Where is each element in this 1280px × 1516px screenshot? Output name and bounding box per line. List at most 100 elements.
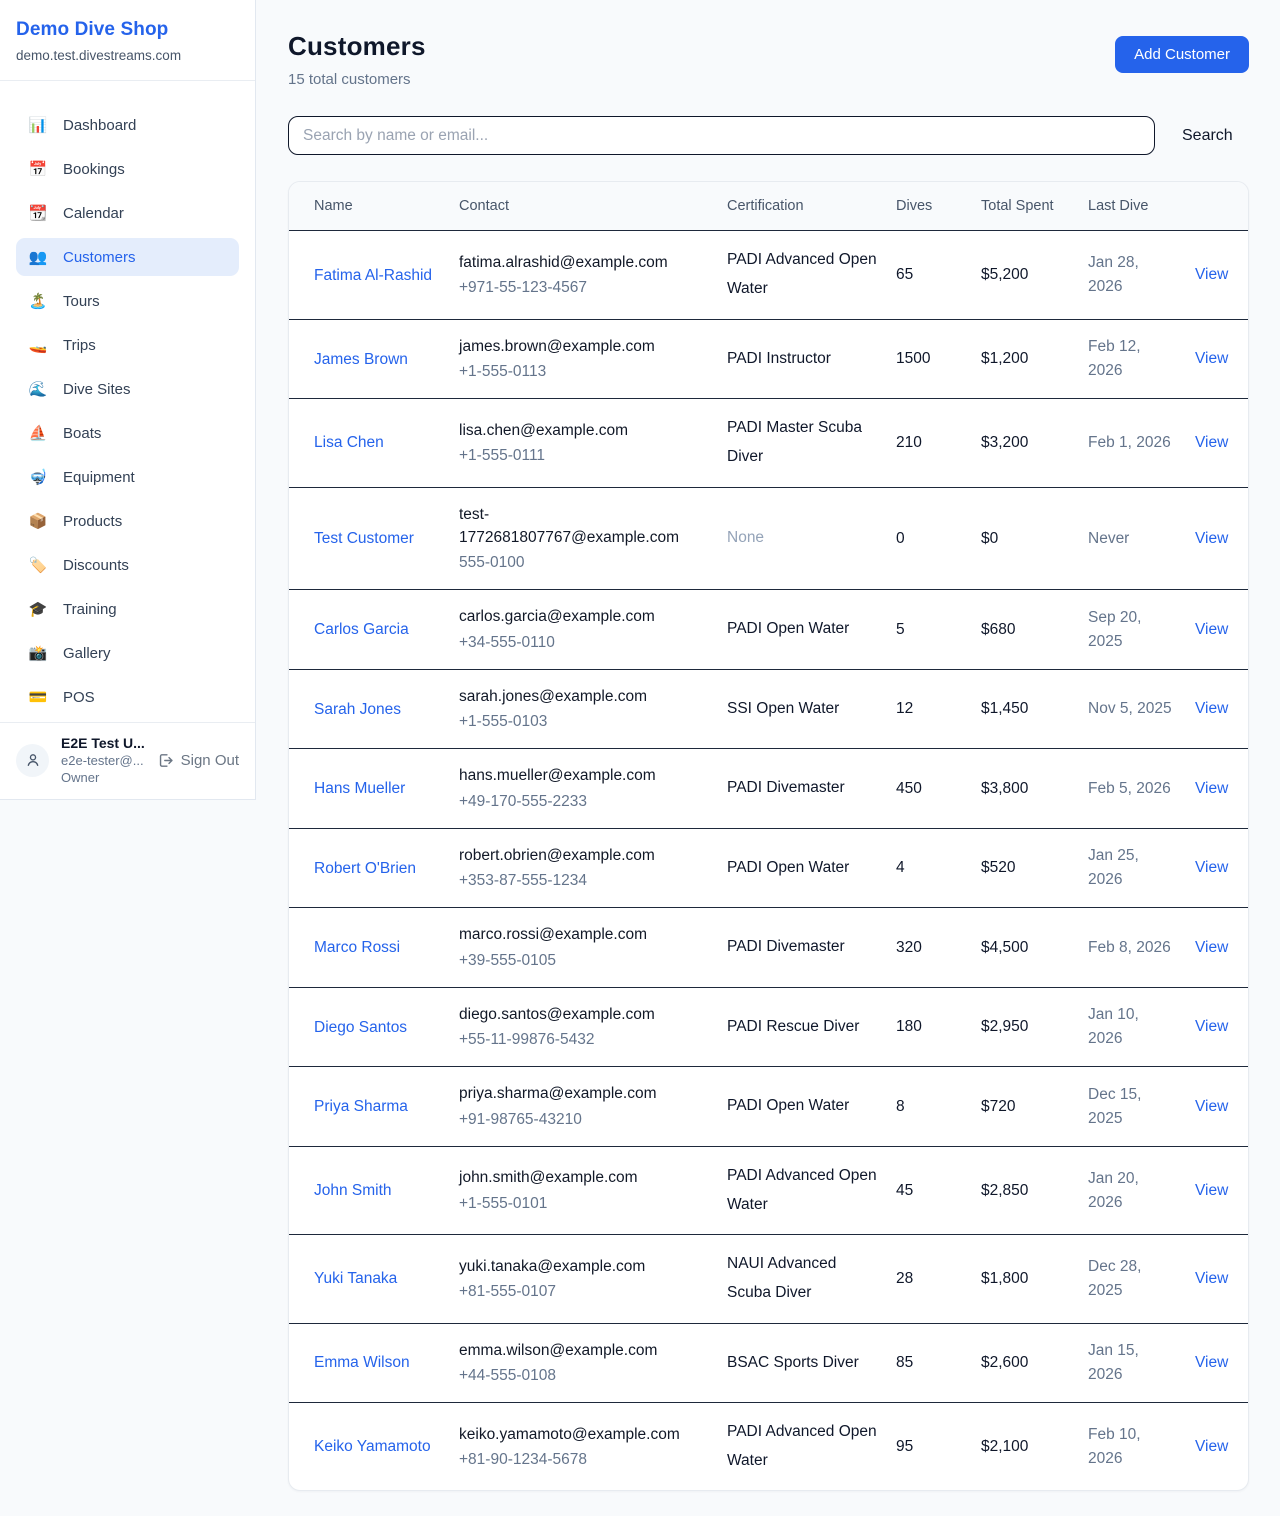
sidebar-item-discounts[interactable]: 🏷️ Discounts [16,546,239,584]
view-customer-link[interactable]: View [1195,1270,1228,1287]
view-customer-link[interactable]: View [1195,530,1228,547]
sidebar-item-dashboard[interactable]: 📊 Dashboard [16,106,239,144]
customer-name-link[interactable]: Priya Sharma [314,1098,408,1115]
customer-actions-cell: View [1195,487,1248,590]
customer-contact-cell: emma.wilson@example.com +44-555-0108 [459,1323,727,1403]
view-customer-link[interactable]: View [1195,1182,1228,1199]
customer-certification-cell: PADI Divemaster [727,908,896,988]
view-customer-link[interactable]: View [1195,1098,1228,1115]
search-button[interactable]: Search [1182,127,1233,145]
sign-out-button[interactable]: Sign Out [157,752,239,769]
customer-name-link[interactable]: Carlos Garcia [314,621,409,638]
customers-icon: 👥 [28,250,48,265]
customer-certification-cell: NAUI Advanced Scuba Diver [727,1235,896,1323]
customer-row: James Brown james.brown@example.com +1-5… [289,319,1248,399]
customer-email: yuki.tanaka@example.com [459,1255,709,1278]
sidebar-item-gallery[interactable]: 📸 Gallery [16,634,239,672]
customer-certification-cell: PADI Master Scuba Diver [727,399,896,487]
customer-email: diego.santos@example.com [459,1003,709,1026]
customer-last-dive-cell: Feb 5, 2026 [1088,749,1195,829]
sidebar-item-tours[interactable]: 🏝️ Tours [16,282,239,320]
customer-certification: PADI Open Water [727,859,849,876]
customer-row: Yuki Tanaka yuki.tanaka@example.com +81-… [289,1235,1248,1323]
search-row: Search [288,116,1249,155]
customer-total-spent-cell: $1,200 [981,319,1088,399]
customer-name-link[interactable]: Sarah Jones [314,701,401,718]
sidebar-item-dive-sites[interactable]: 🌊 Dive Sites [16,370,239,408]
sidebar-item-customers[interactable]: 👥 Customers [16,238,239,276]
user-name: E2E Test U... [61,735,145,751]
customer-contact-cell: john.smith@example.com +1-555-0101 [459,1146,727,1234]
view-customer-link[interactable]: View [1195,1018,1228,1035]
customer-name-link[interactable]: John Smith [314,1182,392,1199]
customer-name-link[interactable]: Fatima Al-Rashid [314,267,432,284]
sidebar-item-calendar[interactable]: 📆 Calendar [16,194,239,232]
customer-certification: None [727,529,764,546]
calendar-icon: 📆 [28,206,48,221]
view-customer-link[interactable]: View [1195,1438,1228,1455]
customer-total-spent-cell: $3,800 [981,749,1088,829]
sidebar-item-label: Calendar [63,205,124,222]
customer-name-link[interactable]: Hans Mueller [314,780,405,797]
customer-row: Fatima Al-Rashid fatima.alrashid@example… [289,231,1248,319]
customer-last-dive: Jan 10, 2026 [1088,1006,1139,1047]
view-customer-link[interactable]: View [1195,780,1228,797]
customer-name-link[interactable]: James Brown [314,351,408,368]
view-customer-link[interactable]: View [1195,939,1228,956]
customer-name-cell: Sarah Jones [289,669,459,749]
customer-certification: PADI Rescue Diver [727,1018,859,1035]
customer-phone: +44-555-0108 [459,1364,709,1387]
customer-name-cell: Marco Rossi [289,908,459,988]
customer-certification-cell: PADI Advanced Open Water [727,231,896,319]
sidebar-item-boats[interactable]: ⛵ Boats [16,414,239,452]
view-customer-link[interactable]: View [1195,1354,1228,1371]
view-customer-link[interactable]: View [1195,700,1228,717]
customer-row: Sarah Jones sarah.jones@example.com +1-5… [289,669,1248,749]
view-customer-link[interactable]: View [1195,266,1228,283]
customer-row: Lisa Chen lisa.chen@example.com +1-555-0… [289,399,1248,487]
sidebar-item-equipment[interactable]: 🤿 Equipment [16,458,239,496]
customer-dives-cell: 8 [896,1067,981,1147]
customer-certification: PADI Advanced Open Water [727,251,877,297]
sidebar-item-products[interactable]: 📦 Products [16,502,239,540]
customer-last-dive: Dec 15, 2025 [1088,1086,1141,1127]
customer-row: Carlos Garcia carlos.garcia@example.com … [289,590,1248,670]
view-customer-link[interactable]: View [1195,621,1228,638]
customer-name-link[interactable]: Marco Rossi [314,939,400,956]
customer-name-link[interactable]: Keiko Yamamoto [314,1438,431,1455]
customer-name-link[interactable]: Diego Santos [314,1019,407,1036]
col-header-certification: Certification [727,182,896,231]
customer-contact-cell: robert.obrien@example.com +353-87-555-12… [459,828,727,908]
customer-actions-cell: View [1195,231,1248,319]
customer-certification: PADI Master Scuba Diver [727,419,862,465]
search-input[interactable] [288,116,1155,155]
sidebar-item-pos[interactable]: 💳 POS [16,678,239,716]
customer-last-dive: Feb 1, 2026 [1088,434,1171,451]
customer-certification-cell: PADI Advanced Open Water [727,1146,896,1234]
sidebar-item-bookings[interactable]: 📅 Bookings [16,150,239,188]
customer-actions-cell: View [1195,669,1248,749]
sidebar-item-trips[interactable]: 🚤 Trips [16,326,239,364]
customer-name-link[interactable]: Test Customer [314,530,414,547]
customer-certification-cell: PADI Open Water [727,590,896,670]
customer-name-cell: Yuki Tanaka [289,1235,459,1323]
customer-name-cell: Test Customer [289,487,459,590]
customer-name-link[interactable]: Robert O'Brien [314,860,416,877]
customer-total-spent-cell: $2,850 [981,1146,1088,1234]
customer-last-dive-cell: Jan 20, 2026 [1088,1146,1195,1234]
customer-last-dive-cell: Jan 25, 2026 [1088,828,1195,908]
customer-name-link[interactable]: Yuki Tanaka [314,1270,397,1287]
customer-last-dive-cell: Jan 15, 2026 [1088,1323,1195,1403]
sidebar-item-training[interactable]: 🎓 Training [16,590,239,628]
customer-name-link[interactable]: Lisa Chen [314,434,384,451]
customer-contact-cell: priya.sharma@example.com +91-98765-43210 [459,1067,727,1147]
customer-certification-cell: SSI Open Water [727,669,896,749]
view-customer-link[interactable]: View [1195,350,1228,367]
customer-last-dive: Sep 20, 2025 [1088,609,1141,650]
view-customer-link[interactable]: View [1195,859,1228,876]
customer-name-link[interactable]: Emma Wilson [314,1354,410,1371]
view-customer-link[interactable]: View [1195,434,1228,451]
customer-dives-cell: 210 [896,399,981,487]
add-customer-button[interactable]: Add Customer [1115,36,1249,73]
col-header-contact: Contact [459,182,727,231]
